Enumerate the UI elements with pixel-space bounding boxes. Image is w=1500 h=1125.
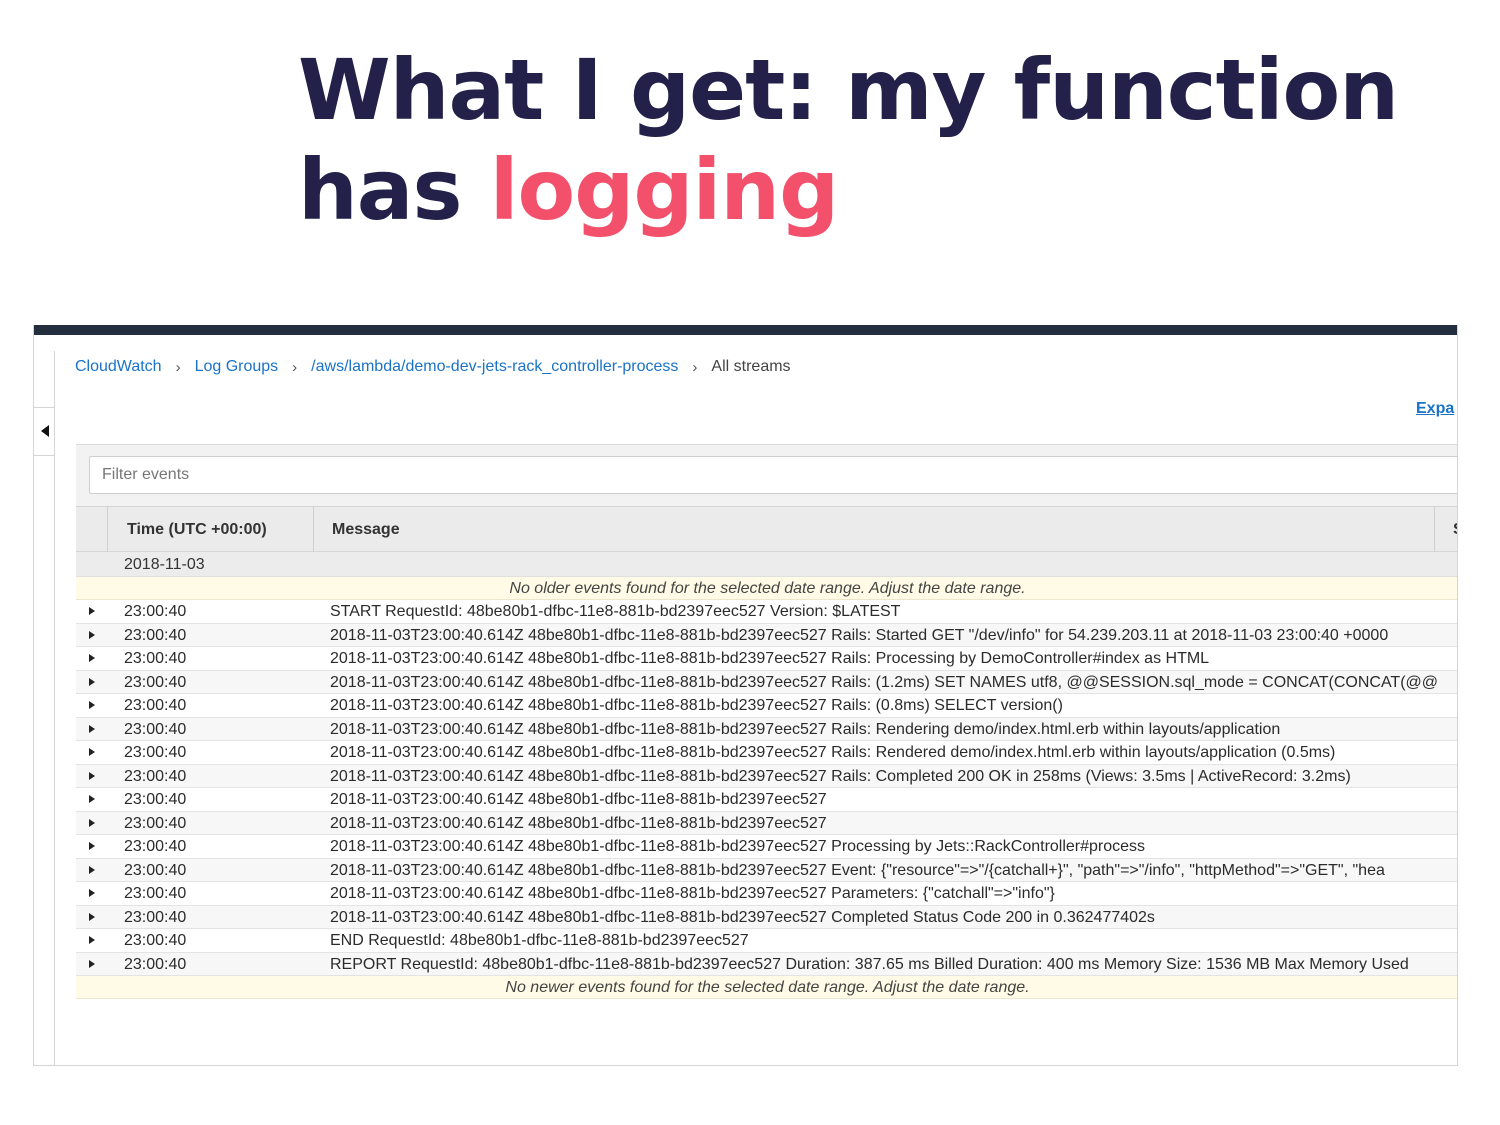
side-rail (54, 351, 55, 1065)
log-event-rows: 23:00:40 START RequestId: 48be80b1-dfbc-1… (76, 600, 1457, 976)
log-event-row[interactable]: 23:00:40 END RequestId: 48be80b1-dfbc-11e… (76, 929, 1457, 953)
log-event-time: 23:00:40 (124, 673, 187, 691)
slide-title-accent: logging (489, 141, 839, 239)
log-table-header: Time (UTC +00:00) Message S (76, 506, 1457, 553)
triangle-right-icon[interactable] (89, 654, 95, 662)
side-tab-border-top (34, 407, 55, 408)
log-event-time: 23:00:40 (124, 932, 187, 949)
side-tab-border-bottom (34, 455, 55, 456)
log-event-time: 23:00:40 (124, 814, 187, 832)
triangle-right-icon[interactable] (89, 936, 95, 944)
slide-title: What I get: my function has logging (298, 40, 1418, 240)
log-event-message: 2018-11-03T23:00:40.614Z 48be80b1-dfbc-1… (330, 744, 1336, 761)
log-event-row[interactable]: 23:00:40 2018-11-03T23:00:40.614Z 48be80b… (76, 882, 1457, 906)
log-event-row[interactable]: 23:00:40 2018-11-03T23:00:40.614Z 48be80b… (76, 764, 1457, 788)
older-events-notice: No older events found for the selected d… (76, 577, 1457, 600)
log-event-row[interactable]: 23:00:40 2018-11-03T23:00:40.614Z 48be80b… (76, 717, 1457, 741)
log-event-message: END RequestId: 48be80b1-dfbc-11e8-881b-b… (330, 932, 749, 949)
slide-title-main: What I get: my function has (298, 41, 1399, 239)
column-header-message[interactable]: Message (332, 507, 400, 553)
date-group-label: 2018-11-03 (124, 556, 205, 573)
log-event-time: 23:00:40 (124, 767, 187, 785)
log-event-row[interactable]: 23:00:40 2018-11-03T23:00:40.614Z 48be80b… (76, 623, 1457, 647)
filter-bar (76, 444, 1457, 506)
log-event-message: 2018-11-03T23:00:40.614Z 48be80b1-dfbc-1… (330, 838, 1146, 855)
log-event-time: 23:00:40 (124, 955, 187, 973)
log-event-time: 23:00:40 (124, 697, 187, 714)
log-event-message: 2018-11-03T23:00:40.614Z 48be80b1-dfbc-1… (330, 626, 1389, 644)
chevron-right-icon: › (692, 358, 698, 376)
log-event-time: 23:00:40 (124, 885, 187, 902)
triangle-right-icon[interactable] (89, 818, 95, 827)
log-event-time: 23:00:40 (124, 603, 187, 620)
filter-events-input[interactable] (89, 456, 1457, 494)
column-header-time[interactable]: Time (UTC +00:00) (127, 507, 267, 553)
log-event-message: 2018-11-03T23:00:40.614Z 48be80b1-dfbc-1… (330, 650, 1210, 667)
log-event-row[interactable]: 23:00:40 2018-11-03T23:00:40.614Z 48be80b… (76, 835, 1457, 859)
triangle-right-icon[interactable] (89, 677, 95, 686)
log-event-row[interactable]: 23:00:40 2018-11-03T23:00:40.614Z 48be80b… (76, 670, 1457, 694)
log-event-time: 23:00:40 (124, 838, 187, 855)
column-header-truncated: S (1453, 507, 1457, 553)
date-group-row: 2018-11-03 (76, 552, 1457, 577)
log-event-row[interactable]: 23:00:40 2018-11-03T23:00:40.614Z 48be80b… (76, 647, 1457, 671)
triangle-right-icon[interactable] (89, 630, 95, 639)
triangle-right-icon[interactable] (89, 771, 95, 780)
column-divider (107, 507, 108, 553)
log-event-message: 2018-11-03T23:00:40.614Z 48be80b1-dfbc-1… (330, 885, 1055, 902)
log-event-time: 23:00:40 (124, 861, 187, 879)
chevron-right-icon: › (175, 358, 181, 376)
log-event-message: 2018-11-03T23:00:40.614Z 48be80b1-dfbc-1… (330, 791, 827, 808)
breadcrumb-log-group[interactable]: /aws/lambda/demo-dev-jets-rack_controlle… (311, 358, 678, 376)
log-event-row[interactable]: 23:00:40 2018-11-03T23:00:40.614Z 48be80b… (76, 811, 1457, 835)
log-event-time: 23:00:40 (124, 720, 187, 738)
log-event-message: 2018-11-03T23:00:40.614Z 48be80b1-dfbc-1… (330, 697, 1063, 714)
triangle-right-icon[interactable] (89, 607, 95, 615)
log-event-message: REPORT RequestId: 48be80b1-dfbc-11e8-881… (330, 955, 1409, 973)
log-event-row[interactable]: 23:00:40 REPORT RequestId: 48be80b1-dfbc-… (76, 952, 1457, 976)
triangle-right-icon[interactable] (89, 701, 95, 709)
breadcrumb-cloudwatch[interactable]: CloudWatch (75, 358, 162, 376)
console-top-bar (34, 325, 1457, 335)
breadcrumb: CloudWatch › Log Groups › /aws/lambda/de… (75, 356, 791, 378)
triangle-left-icon (41, 425, 49, 437)
chevron-right-icon: › (292, 358, 298, 376)
expand-all-link[interactable]: Expa (1416, 400, 1454, 418)
triangle-right-icon[interactable] (89, 842, 95, 850)
log-event-row[interactable]: 23:00:40 2018-11-03T23:00:40.614Z 48be80b… (76, 741, 1457, 765)
log-event-message: 2018-11-03T23:00:40.614Z 48be80b1-dfbc-1… (330, 673, 1439, 691)
newer-events-notice: No newer events found for the selected d… (76, 976, 1457, 999)
log-event-row[interactable]: 23:00:40 START RequestId: 48be80b1-dfbc-1… (76, 600, 1457, 624)
column-divider (1434, 507, 1435, 553)
log-event-time: 23:00:40 (124, 791, 187, 808)
log-event-row[interactable]: 23:00:40 2018-11-03T23:00:40.614Z 48be80b… (76, 858, 1457, 882)
breadcrumb-log-groups[interactable]: Log Groups (195, 358, 279, 376)
triangle-right-icon[interactable] (89, 748, 95, 756)
triangle-right-icon[interactable] (89, 912, 95, 921)
breadcrumb-all-streams: All streams (711, 358, 791, 375)
triangle-right-icon[interactable] (89, 865, 95, 874)
log-event-row[interactable]: 23:00:40 2018-11-03T23:00:40.614Z 48be80b… (76, 905, 1457, 929)
log-event-time: 23:00:40 (124, 650, 187, 667)
log-event-row[interactable]: 23:00:40 2018-11-03T23:00:40.614Z 48be80b… (76, 788, 1457, 812)
triangle-right-icon[interactable] (89, 795, 95, 803)
log-event-row[interactable]: 23:00:40 2018-11-03T23:00:40.614Z 48be80b… (76, 694, 1457, 718)
column-divider (313, 507, 314, 553)
triangle-right-icon[interactable] (89, 724, 95, 733)
sidebar-collapse-toggle[interactable] (38, 421, 52, 441)
log-events-panel: Time (UTC +00:00) Message S 2018-11-03 N… (76, 444, 1457, 1004)
log-event-message: 2018-11-03T23:00:40.614Z 48be80b1-dfbc-1… (330, 767, 1351, 785)
log-event-message: 2018-11-03T23:00:40.614Z 48be80b1-dfbc-1… (330, 861, 1385, 879)
log-event-message: START RequestId: 48be80b1-dfbc-11e8-881b… (330, 603, 901, 620)
log-event-message: 2018-11-03T23:00:40.614Z 48be80b1-dfbc-1… (330, 908, 1155, 926)
log-event-time: 23:00:40 (124, 908, 187, 926)
log-event-message: 2018-11-03T23:00:40.614Z 48be80b1-dfbc-1… (330, 720, 1281, 738)
cloudwatch-screenshot: CloudWatch › Log Groups › /aws/lambda/de… (33, 325, 1458, 1066)
triangle-right-icon[interactable] (89, 889, 95, 897)
triangle-right-icon[interactable] (89, 959, 95, 968)
log-event-time: 23:00:40 (124, 626, 187, 644)
log-event-message: 2018-11-03T23:00:40.614Z 48be80b1-dfbc-1… (330, 814, 827, 832)
log-event-time: 23:00:40 (124, 744, 187, 761)
